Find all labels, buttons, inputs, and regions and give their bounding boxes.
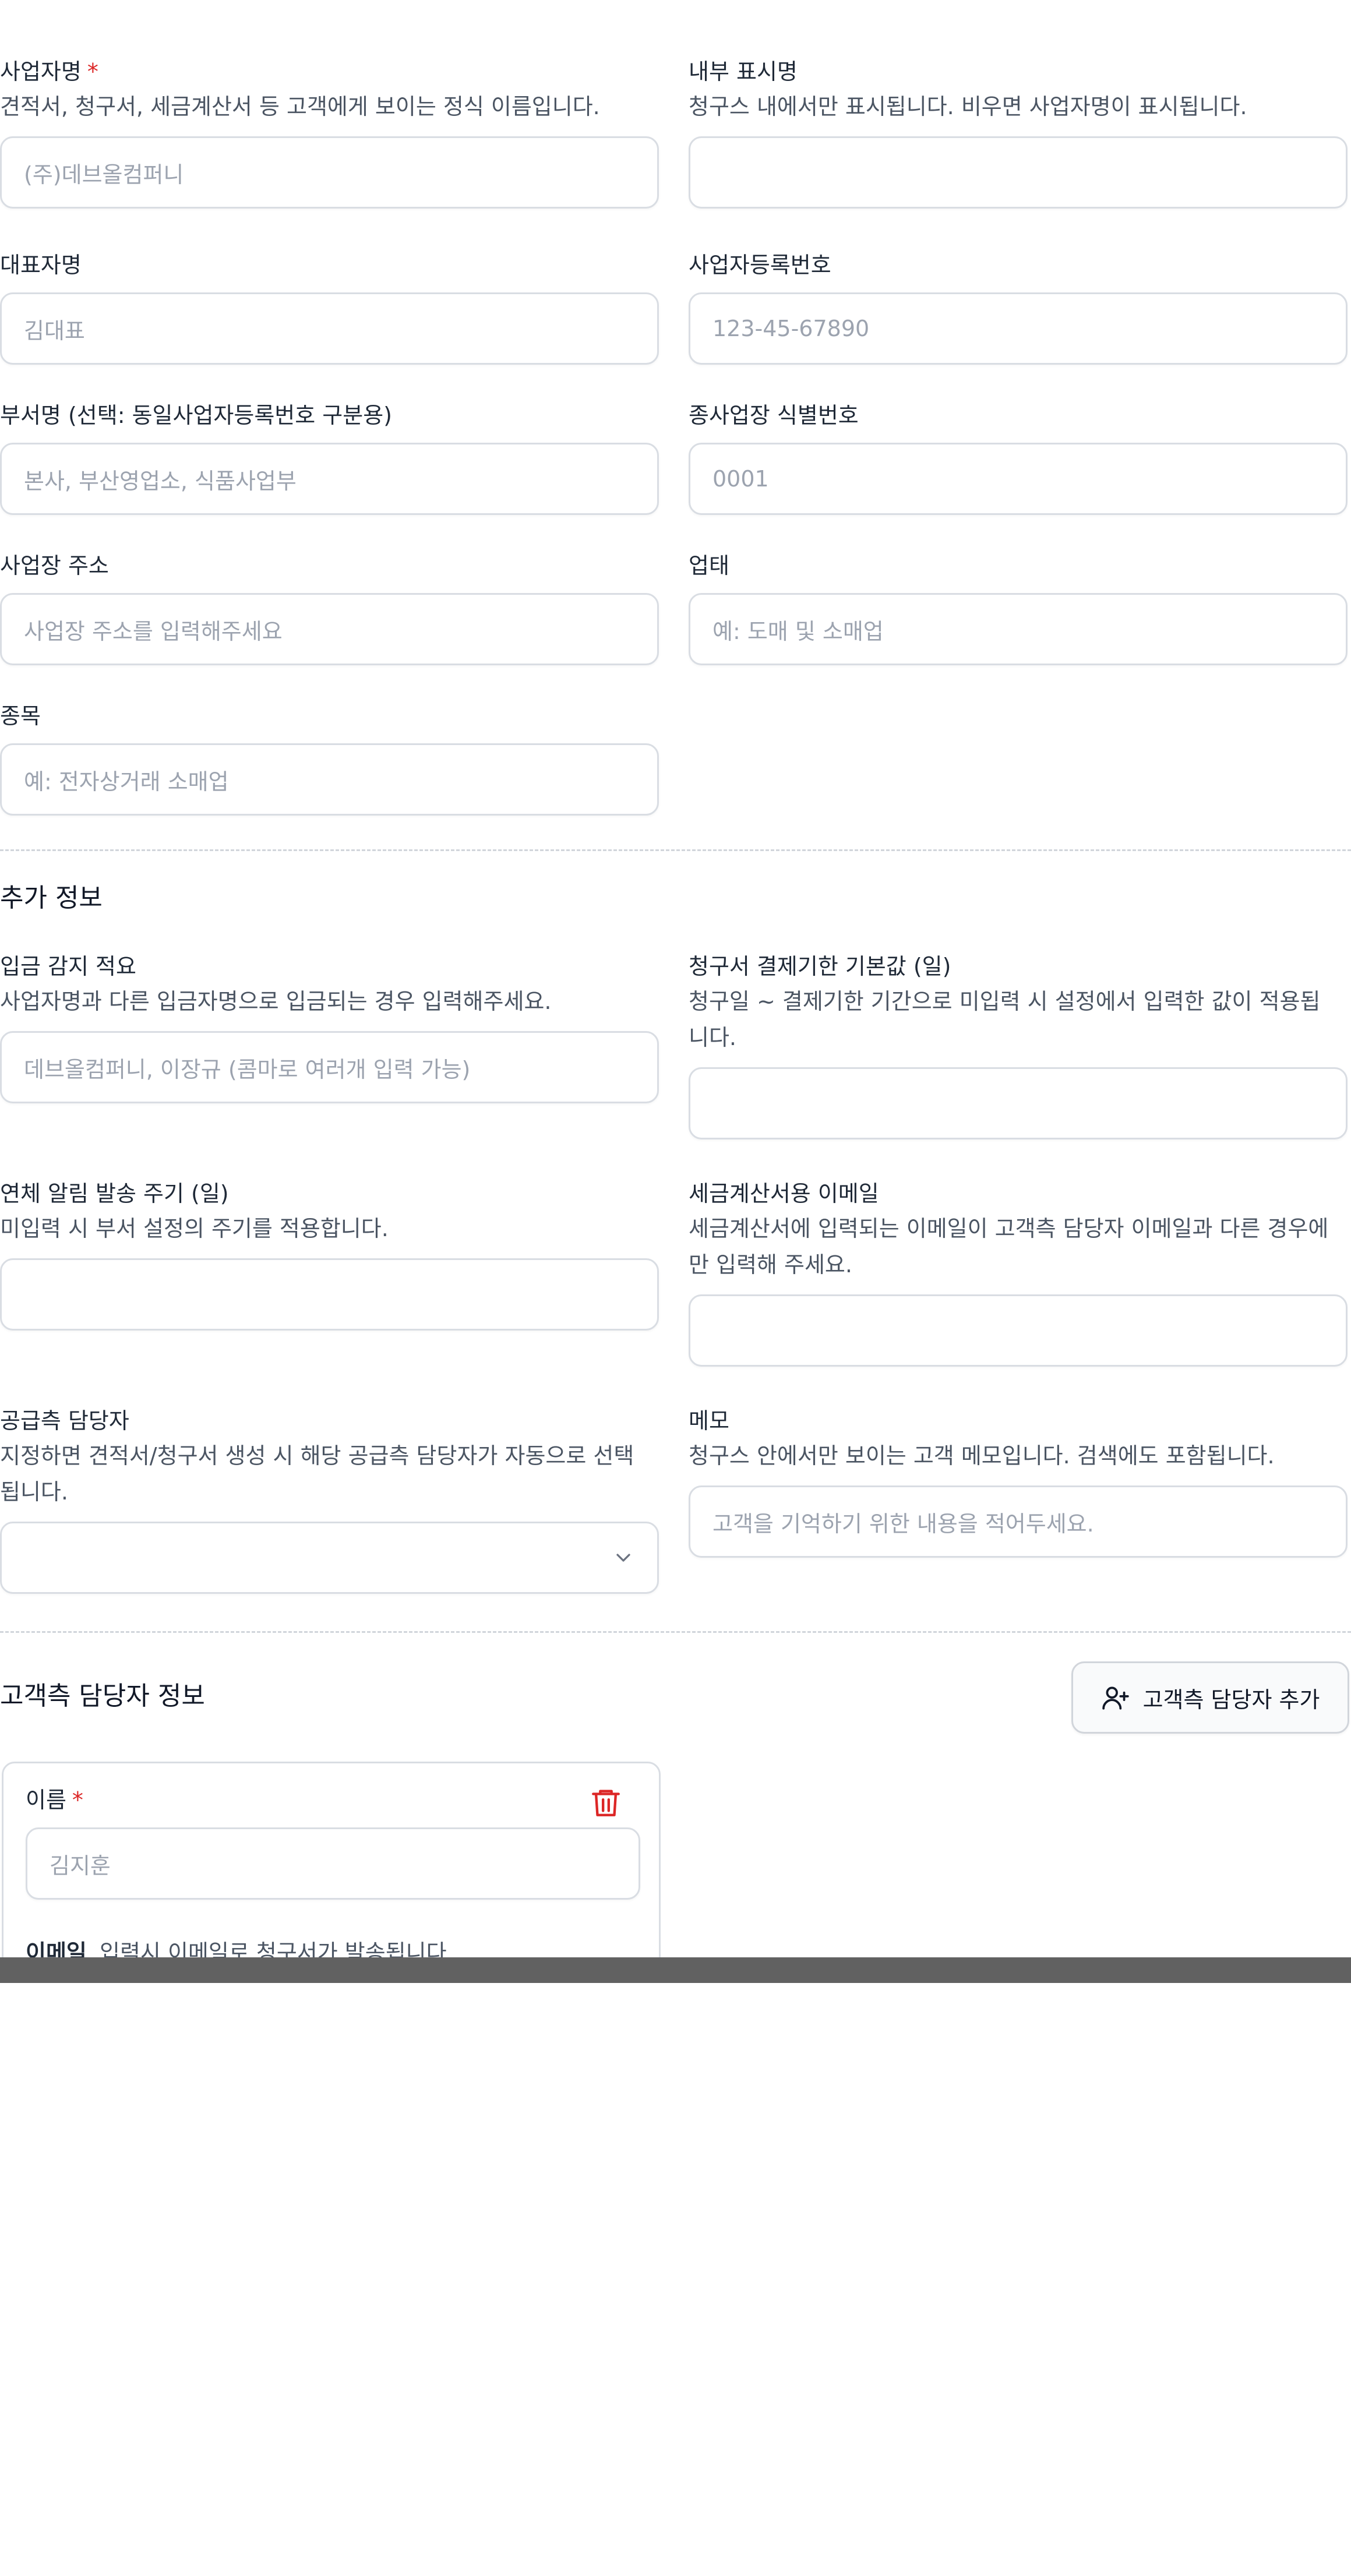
- contact-email-help: 입력시 이메일로 청구서가 발송됩니다.: [99, 1940, 454, 1957]
- memo-label: 메모: [689, 1408, 729, 1434]
- branch-id-field: 종사업장 식별번호 0001: [689, 401, 1348, 515]
- bottom-bar: [0, 1957, 1351, 1983]
- contacts-title: 고객측 담당자 정보: [0, 1681, 205, 1711]
- dept-name-input[interactable]: 본사, 부산영업소, 식품사업부: [0, 443, 659, 515]
- trash-icon[interactable]: [589, 1785, 623, 1819]
- contact-card: 이름 * 김지훈 이메일 입력시 이메일로 청구서가 발송됩니다.: [2, 1762, 661, 1957]
- contact-email-label: 이메일: [26, 1940, 87, 1957]
- biz-address-input[interactable]: 사업장 주소를 입력해주세요: [0, 593, 659, 665]
- contact-name-input[interactable]: 김지훈: [26, 1827, 640, 1900]
- add-contact-label: 고객측 담당자 추가: [1142, 1686, 1320, 1713]
- overdue-cycle-help: 미입력 시 부서 설정의 주기를 적용합니다.: [0, 1216, 389, 1241]
- add-contact-button[interactable]: 고객측 담당자 추가: [1071, 1661, 1349, 1734]
- deposit-memo-field: 입금 감지 적요 사업자명과 다른 입금자명으로 입금되는 경우 입력해주세요.…: [0, 952, 659, 1103]
- biz-item-field: 종목 예: 전자상거래 소매업: [0, 701, 659, 816]
- extra-info-title: 추가 정보: [0, 883, 103, 913]
- biz-type-field: 업태 예: 도매 및 소매업: [689, 551, 1348, 665]
- branch-id-label: 종사업장 식별번호: [689, 403, 859, 428]
- biz-name-field: 사업자명 * 견적서, 청구서, 세금계산서 등 고객에게 보이는 정식 이름입니…: [0, 57, 659, 209]
- contact-name-field: 이름 * 김지훈: [26, 1785, 640, 1900]
- ceo-name-input[interactable]: 김대표: [0, 292, 659, 365]
- overdue-cycle-label: 연체 알림 발송 주기 (일): [0, 1181, 229, 1206]
- display-name-help: 청구스 내에서만 표시됩니다. 비우면 사업자명이 표시됩니다.: [689, 94, 1247, 119]
- overdue-cycle-input[interactable]: [0, 1258, 659, 1331]
- display-name-label: 내부 표시명: [689, 59, 798, 84]
- ceo-name-field: 대표자명 김대표: [0, 250, 659, 365]
- section-divider: [0, 1631, 1351, 1633]
- supplier-manager-label: 공급측 담당자: [0, 1408, 129, 1434]
- dept-name-label: 부서명 (선택: 동일사업자등록번호 구분용): [0, 403, 393, 428]
- biz-reg-no-field: 사업자등록번호 123-45-67890: [689, 250, 1348, 365]
- supplier-manager-help: 지정하면 견적서/청구서 생성 시 해당 공급측 담당자가 자동으로 선택 됩니…: [0, 1443, 634, 1505]
- ceo-name-label: 대표자명: [0, 252, 82, 278]
- biz-name-input[interactable]: (주)데브올컴퍼니: [0, 136, 659, 209]
- display-name-field: 내부 표시명 청구스 내에서만 표시됩니다. 비우면 사업자명이 표시됩니다.: [689, 57, 1348, 209]
- section-divider: [0, 849, 1351, 851]
- due-default-input[interactable]: [689, 1067, 1348, 1139]
- biz-address-label: 사업장 주소: [0, 553, 109, 578]
- memo-help: 청구스 안에서만 보이는 고객 메모입니다. 검색에도 포함됩니다.: [689, 1443, 1275, 1469]
- required-mark: *: [87, 59, 98, 84]
- biz-reg-no-label: 사업자등록번호: [689, 252, 831, 278]
- biz-name-label: 사업자명 *: [0, 59, 98, 84]
- memo-input[interactable]: 고객을 기억하기 위한 내용을 적어두세요.: [689, 1485, 1348, 1558]
- biz-type-input[interactable]: 예: 도매 및 소매업: [689, 593, 1348, 665]
- chevron-down-icon: [616, 1554, 630, 1562]
- branch-id-input[interactable]: 0001: [689, 443, 1348, 515]
- due-default-field: 청구서 결제기한 기본값 (일) 청구일 ~ 결제기한 기간으로 미입력 시 설…: [689, 952, 1348, 1139]
- biz-item-input[interactable]: 예: 전자상거래 소매업: [0, 743, 659, 816]
- deposit-memo-input[interactable]: 데브올컴퍼니, 이장규 (콤마로 여러개 입력 가능): [0, 1031, 659, 1103]
- display-name-input[interactable]: [689, 136, 1348, 209]
- tax-email-help: 세금계산서에 입력되는 이메일이 고객측 담당자 이메일과 다른 경우에 만 입…: [689, 1216, 1329, 1278]
- dept-name-field: 부서명 (선택: 동일사업자등록번호 구분용) 본사, 부산영업소, 식품사업부: [0, 401, 659, 515]
- memo-field: 메모 청구스 안에서만 보이는 고객 메모입니다. 검색에도 포함됩니다. 고객…: [689, 1406, 1348, 1558]
- supplier-manager-select[interactable]: [0, 1522, 659, 1594]
- tax-email-label: 세금계산서용 이메일: [689, 1181, 879, 1206]
- customer-form: 사업자명 * 견적서, 청구서, 세금계산서 등 고객에게 보이는 정식 이름입니…: [0, 0, 1351, 1957]
- tax-email-input[interactable]: [689, 1294, 1348, 1367]
- deposit-memo-help: 사업자명과 다른 입금자명으로 입금되는 경우 입력해주세요.: [0, 989, 552, 1014]
- overdue-cycle-field: 연체 알림 발송 주기 (일) 미입력 시 부서 설정의 주기를 적용합니다.: [0, 1179, 659, 1331]
- tax-email-field: 세금계산서용 이메일 세금계산서에 입력되는 이메일이 고객측 담당자 이메일과…: [689, 1179, 1348, 1367]
- contact-name-label: 이름 *: [26, 1787, 83, 1813]
- user-plus-icon: [1102, 1686, 1129, 1710]
- biz-name-help: 견적서, 청구서, 세금계산서 등 고객에게 보이는 정식 이름입니다.: [0, 94, 600, 119]
- due-default-label: 청구서 결제기한 기본값 (일): [689, 954, 951, 979]
- biz-type-label: 업태: [689, 553, 729, 578]
- biz-reg-no-input[interactable]: 123-45-67890: [689, 292, 1348, 365]
- required-mark: *: [72, 1787, 83, 1813]
- biz-item-label: 종목: [0, 703, 41, 729]
- supplier-manager-field: 공급측 담당자 지정하면 견적서/청구서 생성 시 해당 공급측 담당자가 자동…: [0, 1406, 659, 1594]
- due-default-help: 청구일 ~ 결제기한 기간으로 미입력 시 설정에서 입력한 값이 적용됩 니다…: [689, 989, 1321, 1050]
- deposit-memo-label: 입금 감지 적요: [0, 954, 136, 979]
- contact-email-label-row: 이메일 입력시 이메일로 청구서가 발송됩니다.: [26, 1938, 454, 1957]
- biz-address-field: 사업장 주소 사업장 주소를 입력해주세요: [0, 551, 659, 665]
